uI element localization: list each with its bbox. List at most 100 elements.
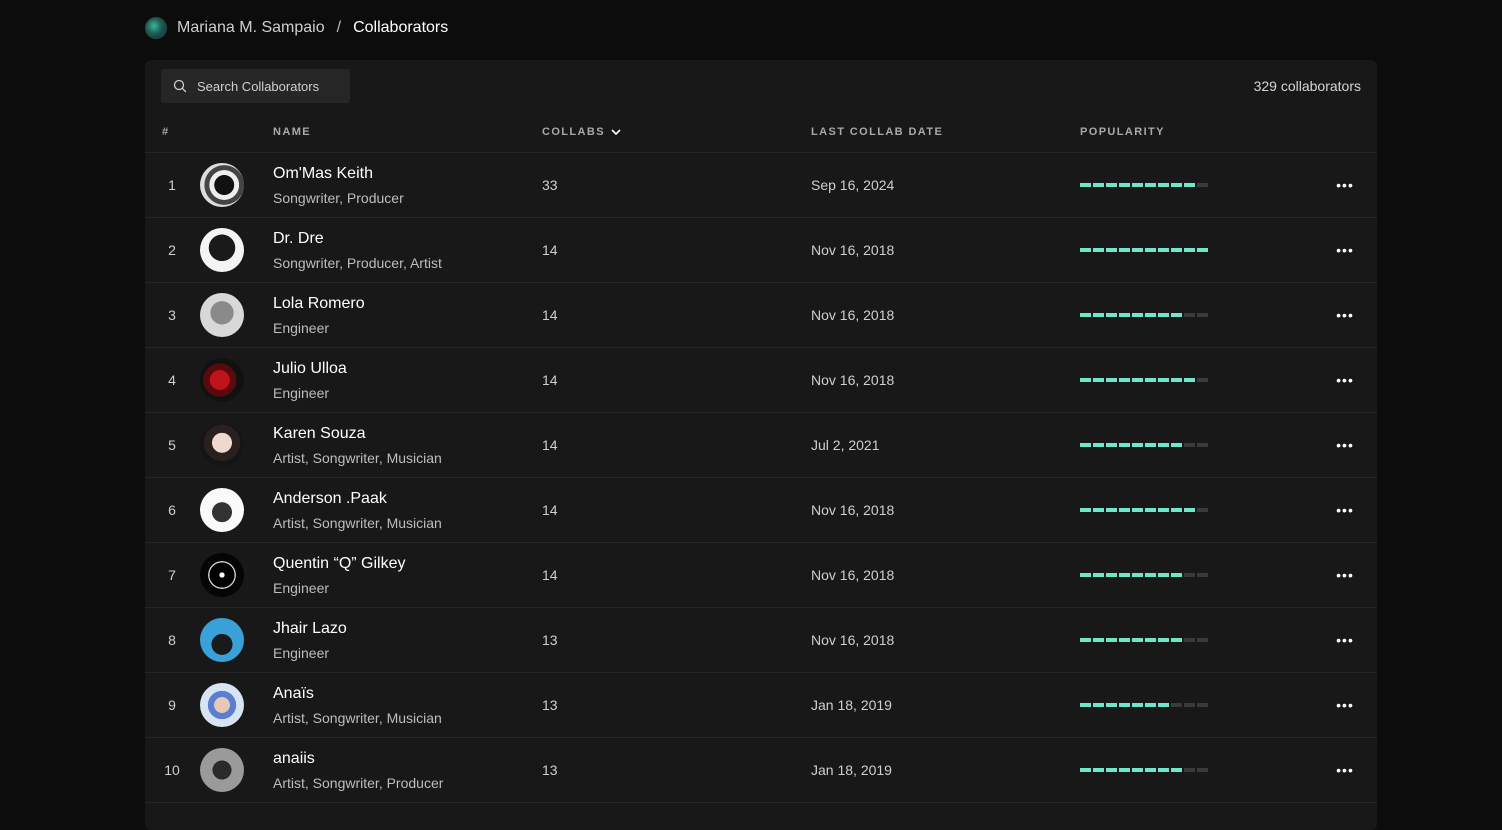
popularity-segment	[1158, 443, 1169, 447]
avatar[interactable]	[200, 423, 244, 467]
breadcrumb: Mariana M. Sampaio / Collaborators	[145, 16, 448, 40]
avatar[interactable]	[200, 553, 244, 597]
table-row[interactable]: 9 Anaïs Artist, Songwriter, Musician 13 …	[145, 673, 1377, 738]
popularity-segment	[1171, 248, 1182, 252]
table-row[interactable]: 1 Om'Mas Keith Songwriter, Producer 33 S…	[145, 153, 1377, 218]
table-row[interactable]: 8 Jhair Lazo Engineer 13 Nov 16, 2018 ••…	[145, 608, 1377, 673]
popularity-segment	[1132, 183, 1143, 187]
collaborator-name[interactable]: anaiis	[273, 750, 315, 768]
avatar[interactable]	[200, 228, 244, 272]
popularity-segment	[1145, 703, 1156, 707]
avatar[interactable]	[200, 358, 244, 402]
search-box[interactable]	[161, 69, 350, 103]
avatar[interactable]	[200, 683, 244, 727]
collaborator-name[interactable]: Om'Mas Keith	[273, 165, 373, 183]
collaborator-name[interactable]: Anderson .Paak	[273, 490, 387, 508]
popularity-segment	[1171, 183, 1182, 187]
column-header-last-collab-date[interactable]: LAST COLLAB DATE	[811, 126, 943, 138]
collabs-count: 14	[542, 502, 558, 518]
collaborator-name[interactable]: Lola Romero	[273, 295, 365, 313]
popularity-segment	[1145, 183, 1156, 187]
popularity-bar	[1080, 183, 1208, 187]
collaborator-name[interactable]: Dr. Dre	[273, 230, 324, 248]
popularity-bar	[1080, 313, 1208, 317]
popularity-segment	[1080, 248, 1091, 252]
popularity-segment	[1197, 248, 1208, 252]
popularity-segment	[1184, 703, 1195, 707]
popularity-segment	[1080, 443, 1091, 447]
more-options-icon[interactable]: •••	[1335, 370, 1355, 390]
avatar[interactable]	[200, 748, 244, 792]
collaborator-name[interactable]: Jhair Lazo	[273, 620, 347, 638]
breadcrumb-user-link[interactable]: Mariana M. Sampaio	[177, 19, 325, 37]
popularity-segment	[1197, 703, 1208, 707]
chevron-down-icon	[611, 128, 621, 135]
popularity-segment	[1171, 313, 1182, 317]
more-options-icon[interactable]: •••	[1335, 240, 1355, 260]
popularity-segment	[1080, 573, 1091, 577]
popularity-segment	[1132, 248, 1143, 252]
popularity-segment	[1093, 768, 1104, 772]
popularity-segment	[1119, 638, 1130, 642]
avatar[interactable]	[200, 163, 244, 207]
popularity-segment	[1119, 703, 1130, 707]
popularity-segment	[1119, 183, 1130, 187]
popularity-segment	[1197, 508, 1208, 512]
collaborators-table-body: 1 Om'Mas Keith Songwriter, Producer 33 S…	[145, 153, 1377, 803]
table-row[interactable]: 2 Dr. Dre Songwriter, Producer, Artist 1…	[145, 218, 1377, 283]
collaborator-name[interactable]: Julio Ulloa	[273, 360, 347, 378]
more-options-icon[interactable]: •••	[1335, 565, 1355, 585]
table-row[interactable]: 7 Quentin “Q” Gilkey Engineer 14 Nov 16,…	[145, 543, 1377, 608]
more-options-icon[interactable]: •••	[1335, 760, 1355, 780]
avatar[interactable]	[200, 618, 244, 662]
popularity-segment	[1197, 638, 1208, 642]
popularity-segment	[1197, 378, 1208, 382]
popularity-segment	[1106, 573, 1117, 577]
row-number: 1	[168, 177, 176, 193]
search-input[interactable]	[197, 78, 337, 94]
collaborator-name[interactable]: Anaïs	[273, 685, 314, 703]
avatar[interactable]	[200, 488, 244, 532]
more-options-icon[interactable]: •••	[1335, 305, 1355, 325]
popularity-segment	[1184, 638, 1195, 642]
avatar[interactable]	[200, 293, 244, 337]
more-options-icon[interactable]: •••	[1335, 175, 1355, 195]
table-row[interactable]: 5 Karen Souza Artist, Songwriter, Musici…	[145, 413, 1377, 478]
popularity-segment	[1158, 768, 1169, 772]
column-header-collabs-label: COLLABS	[542, 126, 605, 138]
popularity-segment	[1171, 378, 1182, 382]
table-row[interactable]: 6 Anderson .Paak Artist, Songwriter, Mus…	[145, 478, 1377, 543]
collaborator-roles: Engineer	[273, 645, 330, 661]
popularity-segment	[1080, 703, 1091, 707]
table-row[interactable]: 3 Lola Romero Engineer 14 Nov 16, 2018 •…	[145, 283, 1377, 348]
column-header-collabs[interactable]: COLLABS	[542, 126, 621, 138]
column-header-number: #	[162, 126, 170, 138]
last-collab-date: Nov 16, 2018	[811, 307, 895, 323]
collaborator-roles: Artist, Songwriter, Producer	[273, 775, 444, 791]
column-header-name[interactable]: NAME	[273, 126, 311, 138]
table-row[interactable]: 10 anaiis Artist, Songwriter, Producer 1…	[145, 738, 1377, 803]
popularity-segment	[1158, 573, 1169, 577]
popularity-segment	[1158, 638, 1169, 642]
popularity-segment	[1158, 183, 1169, 187]
popularity-segment	[1132, 768, 1143, 772]
collaborator-roles: Artist, Songwriter, Musician	[273, 515, 442, 531]
collaborator-name[interactable]: Karen Souza	[273, 425, 366, 443]
column-header-popularity[interactable]: POPULARITY	[1080, 126, 1165, 138]
more-options-icon[interactable]: •••	[1335, 500, 1355, 520]
popularity-segment	[1080, 768, 1091, 772]
collabs-count: 14	[542, 567, 558, 583]
more-options-icon[interactable]: •••	[1335, 695, 1355, 715]
popularity-bar	[1080, 443, 1208, 447]
row-number: 10	[164, 762, 180, 778]
table-row[interactable]: 4 Julio Ulloa Engineer 14 Nov 16, 2018 •…	[145, 348, 1377, 413]
collaborator-name[interactable]: Quentin “Q” Gilkey	[273, 555, 405, 573]
popularity-segment	[1158, 378, 1169, 382]
more-options-icon[interactable]: •••	[1335, 435, 1355, 455]
popularity-segment	[1171, 508, 1182, 512]
popularity-segment	[1184, 573, 1195, 577]
more-options-icon[interactable]: •••	[1335, 630, 1355, 650]
popularity-segment	[1093, 573, 1104, 577]
last-collab-date: Nov 16, 2018	[811, 567, 895, 583]
user-avatar[interactable]	[145, 17, 167, 39]
